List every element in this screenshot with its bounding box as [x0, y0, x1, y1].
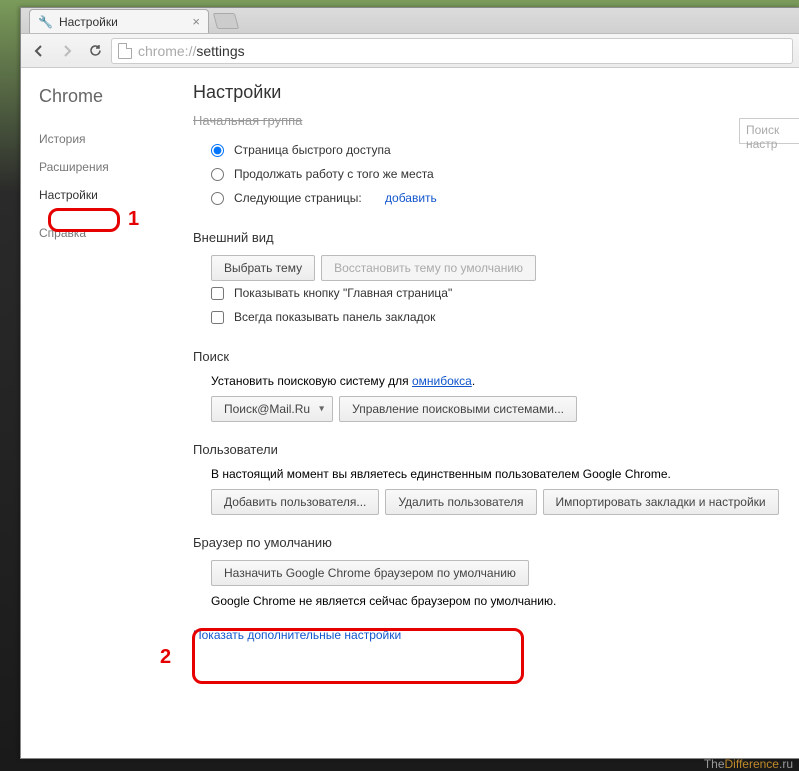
arrow-right-icon: [60, 44, 74, 58]
close-icon[interactable]: ×: [192, 14, 200, 29]
reset-theme-button[interactable]: Восстановить тему по умолчанию: [321, 255, 536, 281]
nav-toolbar: chrome://settings: [21, 34, 799, 68]
checkbox-show-home[interactable]: Показывать кнопку "Главная страница": [193, 281, 799, 305]
watermark: TheDifference.ru: [704, 757, 793, 771]
section-search: Поиск Установить поисковую систему для о…: [193, 349, 799, 422]
section-heading-search: Поиск: [193, 349, 799, 364]
tab-title: Настройки: [59, 15, 186, 29]
default-browser-status: Google Chrome не является сейчас браузер…: [193, 594, 799, 608]
section-heading-startup: Начальная группа: [193, 113, 799, 128]
tab-settings[interactable]: 🔧 Настройки ×: [29, 9, 209, 33]
checkbox-bookmarks-bar[interactable]: Всегда показывать панель закладок: [193, 305, 799, 329]
search-desc: Установить поисковую систему для: [211, 374, 412, 388]
forward-button[interactable]: [55, 39, 79, 63]
reload-button[interactable]: [83, 39, 107, 63]
radio-pages[interactable]: Следующие страницы: добавить: [193, 186, 799, 210]
radio-label: Следующие страницы:: [234, 191, 362, 205]
checkbox-label: Показывать кнопку "Главная страница": [234, 286, 452, 300]
arrow-left-icon: [32, 44, 46, 58]
settings-search-input[interactable]: Поиск настр: [739, 118, 799, 144]
checkbox-input[interactable]: [211, 311, 224, 324]
section-startup: Начальная группа Страница быстрого досту…: [193, 113, 799, 210]
set-default-browser-button[interactable]: Назначить Google Chrome браузером по умо…: [211, 560, 529, 586]
radio-label: Продолжать работу с того же места: [234, 167, 434, 181]
brand-title: Chrome: [21, 86, 171, 125]
radio-input[interactable]: [211, 168, 224, 181]
page-icon: [118, 43, 132, 59]
tab-strip: 🔧 Настройки ×: [21, 8, 799, 34]
url-text: chrome://settings: [138, 43, 245, 59]
period: .: [472, 374, 475, 388]
content-area: Chrome История Расширения Настройки Спра…: [21, 68, 799, 758]
checkbox-input[interactable]: [211, 287, 224, 300]
section-users: Пользователи В настоящий момент вы являе…: [193, 442, 799, 515]
sidebar-item-extensions[interactable]: Расширения: [21, 153, 171, 181]
back-button[interactable]: [27, 39, 51, 63]
section-heading-default-browser: Браузер по умолчанию: [193, 535, 799, 550]
users-desc: В настоящий момент вы являетесь единстве…: [193, 467, 799, 481]
page-title: Настройки: [193, 82, 799, 103]
import-bookmarks-button[interactable]: Импортировать закладки и настройки: [543, 489, 779, 515]
section-default-browser: Браузер по умолчанию Назначить Google Ch…: [193, 535, 799, 608]
wrench-icon: 🔧: [38, 15, 53, 29]
manage-search-engines-button[interactable]: Управление поисковыми системами...: [339, 396, 577, 422]
sidebar-item-help[interactable]: Справка: [21, 219, 171, 247]
section-heading-appearance: Внешний вид: [193, 230, 799, 245]
new-tab-button[interactable]: [213, 13, 239, 29]
address-bar[interactable]: chrome://settings: [111, 38, 793, 64]
remove-user-button[interactable]: Удалить пользователя: [385, 489, 536, 515]
radio-input[interactable]: [211, 192, 224, 205]
add-pages-link[interactable]: добавить: [385, 191, 437, 205]
omnibox-link[interactable]: омнибокса: [412, 374, 472, 388]
checkbox-label: Всегда показывать панель закладок: [234, 310, 435, 324]
radio-label: Страница быстрого доступа: [234, 143, 391, 157]
sidebar: Chrome История Расширения Настройки Спра…: [21, 68, 171, 758]
add-user-button[interactable]: Добавить пользователя...: [211, 489, 379, 515]
section-heading-users: Пользователи: [193, 442, 799, 457]
radio-input[interactable]: [211, 144, 224, 157]
radio-quick-access[interactable]: Страница быстрого доступа: [193, 138, 799, 162]
reload-icon: [88, 43, 103, 58]
radio-continue[interactable]: Продолжать работу с того же места: [193, 162, 799, 186]
browser-window: 🔧 Настройки × chrome://settings Chrome И…: [20, 7, 799, 759]
show-advanced-link[interactable]: Показать дополнительные настройки: [193, 628, 401, 642]
sidebar-item-history[interactable]: История: [21, 125, 171, 153]
settings-main: Настройки Начальная группа Страница быст…: [171, 68, 799, 758]
sidebar-item-settings[interactable]: Настройки: [21, 181, 171, 209]
choose-theme-button[interactable]: Выбрать тему: [211, 255, 315, 281]
search-engine-select[interactable]: Поиск@Mail.Ru: [211, 396, 333, 422]
section-appearance: Внешний вид Выбрать тему Восстановить те…: [193, 230, 799, 329]
